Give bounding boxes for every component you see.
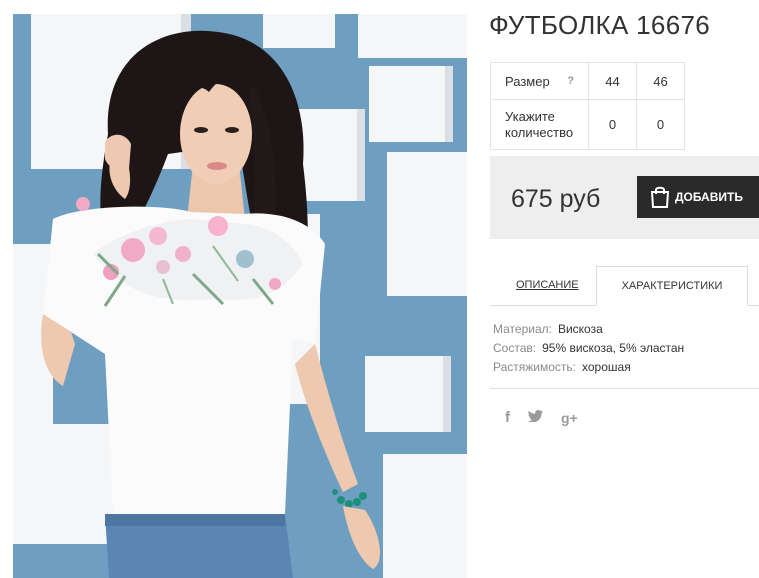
quantity-label-line2: количество <box>505 124 574 140</box>
quantity-input-46[interactable]: 0 <box>636 99 685 150</box>
product-tabs: ОПИСАНИЕ ХАРАКТЕРИСТИКИ <box>490 266 759 306</box>
tab-description[interactable]: ОПИСАНИЕ <box>516 279 579 291</box>
add-to-cart-button[interactable]: ДОБАВИТЬ <box>637 176 759 218</box>
price-panel: 675 руб ДОБАВИТЬ <box>490 156 759 239</box>
spec-key: Состав: <box>493 341 537 355</box>
size-option-44[interactable]: 44 <box>588 62 637 100</box>
facebook-icon[interactable]: f <box>505 409 510 426</box>
size-option-46[interactable]: 46 <box>636 62 685 100</box>
spec-row-stretch: Растяжимость: хорошая <box>493 358 684 377</box>
google-plus-icon[interactable]: g+ <box>561 410 578 426</box>
social-share: f g+ <box>505 409 578 426</box>
section-divider <box>490 388 759 389</box>
spec-key: Материал: <box>493 322 552 336</box>
tab-characteristics[interactable]: ХАРАКТЕРИСТИКИ <box>596 266 748 306</box>
size-quantity-table: Размер ? 44 46 Укажите количество 0 0 <box>490 62 685 150</box>
spec-value: 95% вискоза, 5% эластан <box>542 341 685 355</box>
spec-value: хорошая <box>582 360 631 374</box>
product-title: ФУТБОЛКА 16676 <box>489 10 710 40</box>
product-photo[interactable] <box>13 14 467 578</box>
help-icon[interactable]: ? <box>567 75 574 87</box>
size-label: Размер <box>505 73 550 89</box>
size-label-cell: Размер ? <box>490 62 589 100</box>
spec-row-material: Материал: Вискоза <box>493 320 684 339</box>
add-to-cart-label: ДОБАВИТЬ <box>675 190 743 204</box>
quantity-label-line1: Укажите <box>505 108 555 124</box>
spec-row-composition: Состав: 95% вискоза, 5% эластан <box>493 339 684 358</box>
spec-key: Растяжимость: <box>493 360 577 374</box>
quantity-input-44[interactable]: 0 <box>588 99 637 150</box>
product-price: 675 руб <box>511 185 601 213</box>
spec-value: Вискоза <box>557 322 603 336</box>
shopping-bag-icon <box>649 185 671 212</box>
characteristics-list: Материал: Вискоза Состав: 95% вискоза, 5% … <box>493 320 684 377</box>
twitter-icon[interactable] <box>528 410 543 425</box>
quantity-label-cell: Укажите количество <box>490 99 589 150</box>
